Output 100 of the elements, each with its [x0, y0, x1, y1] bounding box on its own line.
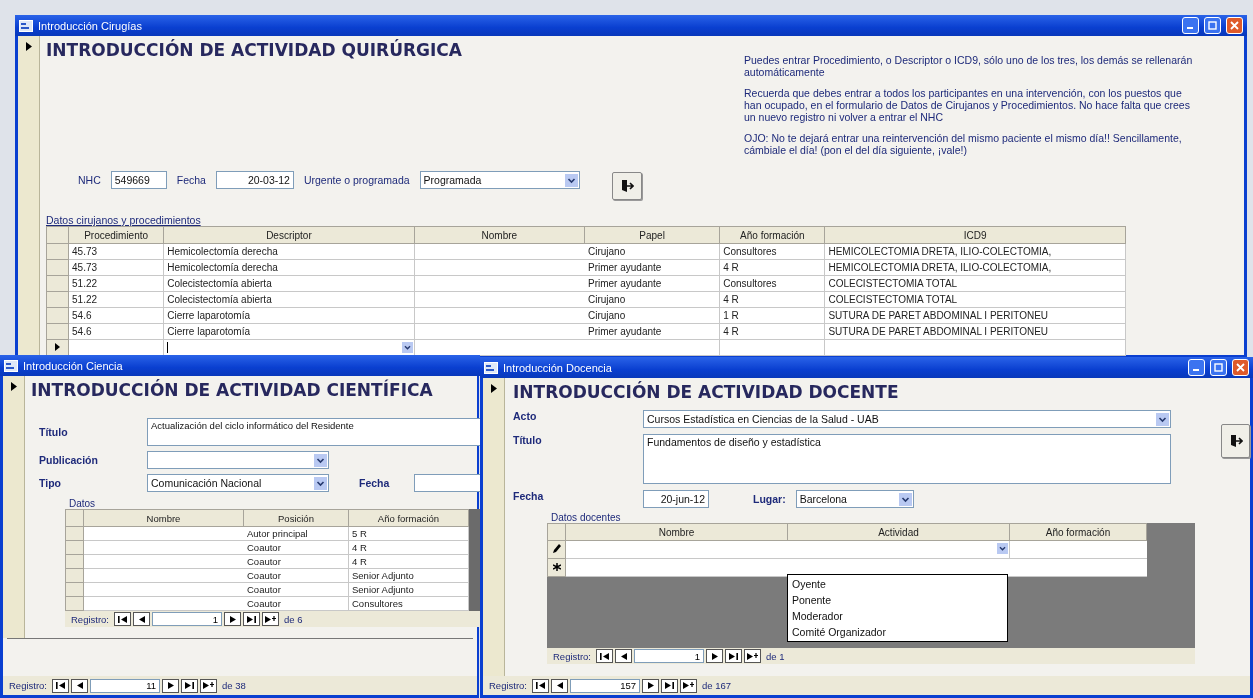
new-record-icon	[265, 615, 276, 623]
next-icon	[647, 682, 654, 690]
window-title: Introducción Docencia	[503, 361, 612, 374]
table-cell: COLECISTECTOMIA TOTAL	[824, 275, 1126, 292]
nhc-field[interactable]: 549669	[110, 171, 167, 189]
current-record-icon	[10, 382, 17, 391]
first-icon	[536, 682, 545, 690]
last-icon	[665, 682, 674, 690]
next-record-button[interactable]	[224, 612, 241, 626]
field-label: Tipo	[39, 477, 62, 489]
column-header: Actividad	[787, 523, 1010, 541]
table-cell: 4 R	[348, 540, 469, 555]
maximize-button[interactable]	[1204, 17, 1221, 34]
first-record-button[interactable]	[114, 612, 131, 626]
title-field[interactable]: Fundamentos de diseño y estadística	[643, 434, 1171, 484]
record-number-field[interactable]: 1	[634, 649, 704, 663]
first-record-button[interactable]	[596, 649, 613, 663]
record-number-field[interactable]: 157	[570, 678, 640, 693]
navigation-label: Registro:	[9, 680, 47, 691]
table-cell: Cirujano	[584, 307, 720, 324]
last-record-button[interactable]	[661, 678, 678, 693]
form-heading: INTRODUCCIÓN DE ACTIVIDAD DOCENTE	[513, 382, 900, 402]
last-record-button[interactable]	[243, 612, 260, 626]
column-header: ICD9	[824, 226, 1126, 244]
next-icon	[711, 652, 718, 660]
maximize-button[interactable]	[1210, 359, 1227, 376]
new-record-button[interactable]	[262, 612, 279, 626]
table-cell: SUTURA DE PARET ABDOMINAL I PERITONEU	[824, 323, 1126, 340]
dropdown-option[interactable]: Oyente	[788, 576, 1007, 592]
previous-record-button[interactable]	[133, 612, 150, 626]
dropdown-option[interactable]: Ponente	[788, 592, 1007, 608]
table-cell: Primer ayudante	[584, 323, 720, 340]
table-cell: Cierre laparotomía	[163, 323, 415, 340]
form-heading: INTRODUCCIÓN DE ACTIVIDAD QUIRÚRGICA	[46, 40, 463, 60]
dropdown-arrow-icon	[997, 543, 1008, 554]
window-title: Introducción Cirugías	[38, 19, 142, 32]
column-header: Nombre	[414, 226, 585, 244]
record-number-field[interactable]: 11	[90, 678, 160, 693]
subform-label: Datos cirujanos y procedimientos	[46, 214, 202, 226]
minimize-button[interactable]	[1182, 17, 1199, 34]
next-icon	[229, 615, 236, 623]
subform-label: Datos docentes	[551, 512, 622, 523]
table-cell: 54.6	[68, 323, 164, 340]
date-field[interactable]: 20-jun-12	[643, 490, 709, 508]
instruction-text: OJO: No te dejará entrar una reintervención del mismo paciente el mismo día!! Sencillamente, cámbiale el día! (pon el del día siguiente, ¡vale!)	[744, 132, 1183, 156]
table-cell: Consultores	[719, 243, 825, 260]
table-cell: 45.73	[68, 259, 164, 276]
column-header: Nombre	[83, 509, 244, 527]
dropdown-option[interactable]: Moderador	[788, 608, 1007, 624]
dropdown-arrow-icon	[401, 342, 413, 353]
minimize-button[interactable]	[1188, 359, 1205, 376]
field-label: Acto	[513, 410, 538, 422]
previous-record-button[interactable]	[71, 678, 88, 693]
window-title: Introducción Ciencia	[23, 359, 123, 372]
table-cell: Coautor	[243, 554, 349, 569]
new-record-icon	[747, 652, 758, 660]
table-cell: Coautor	[243, 568, 349, 583]
current-record-icon	[490, 384, 497, 393]
table-cell: Colecistectomía abierta	[163, 275, 415, 292]
act-dropdown[interactable]: Cursos Estadística en Ciencias de la Salud - UAB	[643, 410, 1171, 428]
next-icon	[167, 682, 174, 689]
type-dropdown[interactable]: Comunicación Nacional	[147, 474, 329, 492]
form-icon	[4, 359, 18, 372]
previous-icon	[138, 615, 145, 623]
dropdown-option[interactable]: Comité Organizador	[788, 624, 1007, 640]
priority-dropdown[interactable]: Programada	[419, 171, 580, 189]
first-record-button[interactable]	[532, 678, 549, 693]
form-icon	[484, 361, 498, 374]
place-dropdown[interactable]: Barcelona	[795, 490, 914, 508]
last-icon	[729, 652, 738, 660]
action-button[interactable]	[1221, 424, 1250, 458]
table-cell: 54.6	[68, 307, 164, 324]
first-record-button[interactable]	[52, 678, 69, 693]
next-record-button[interactable]	[642, 678, 659, 693]
new-record-button[interactable]	[744, 649, 761, 663]
next-record-button[interactable]	[706, 649, 723, 663]
new-record-icon	[683, 682, 694, 690]
previous-record-button[interactable]	[615, 649, 632, 663]
pencil-icon	[552, 544, 561, 553]
close-button[interactable]	[1232, 359, 1249, 376]
previous-icon	[620, 652, 627, 660]
action-button[interactable]	[611, 172, 642, 200]
last-record-button[interactable]	[725, 649, 742, 663]
next-record-button[interactable]	[162, 678, 179, 693]
field-label: Fecha	[176, 174, 206, 186]
new-record-button[interactable]	[200, 678, 217, 693]
date-field[interactable]: 20-03-12	[215, 171, 294, 189]
instruction-text: Recuerda que debes entrar a todos los participantes en una intervención, con los puestos que han ocupado, en el formulario de Datos de Cirujanos y Procedimientos. No hace falta que crees un nuevo registro ni volver a entrar el NHC	[744, 87, 1191, 123]
scrollbar[interactable]	[469, 509, 481, 611]
table-cell: HEMICOLECTOMIA DRETA, ILIO-COLECTOMIA,	[824, 243, 1126, 260]
publication-dropdown[interactable]	[147, 451, 329, 469]
previous-record-button[interactable]	[551, 678, 568, 693]
close-button[interactable]	[1226, 17, 1243, 34]
new-record-button[interactable]	[680, 678, 697, 693]
current-record-icon	[25, 42, 32, 51]
last-record-button[interactable]	[181, 678, 198, 693]
last-icon	[247, 615, 256, 623]
table-cell: 4 R	[719, 259, 825, 276]
record-number-field[interactable]: 1	[152, 612, 222, 626]
table-cell: 51.22	[68, 275, 164, 292]
